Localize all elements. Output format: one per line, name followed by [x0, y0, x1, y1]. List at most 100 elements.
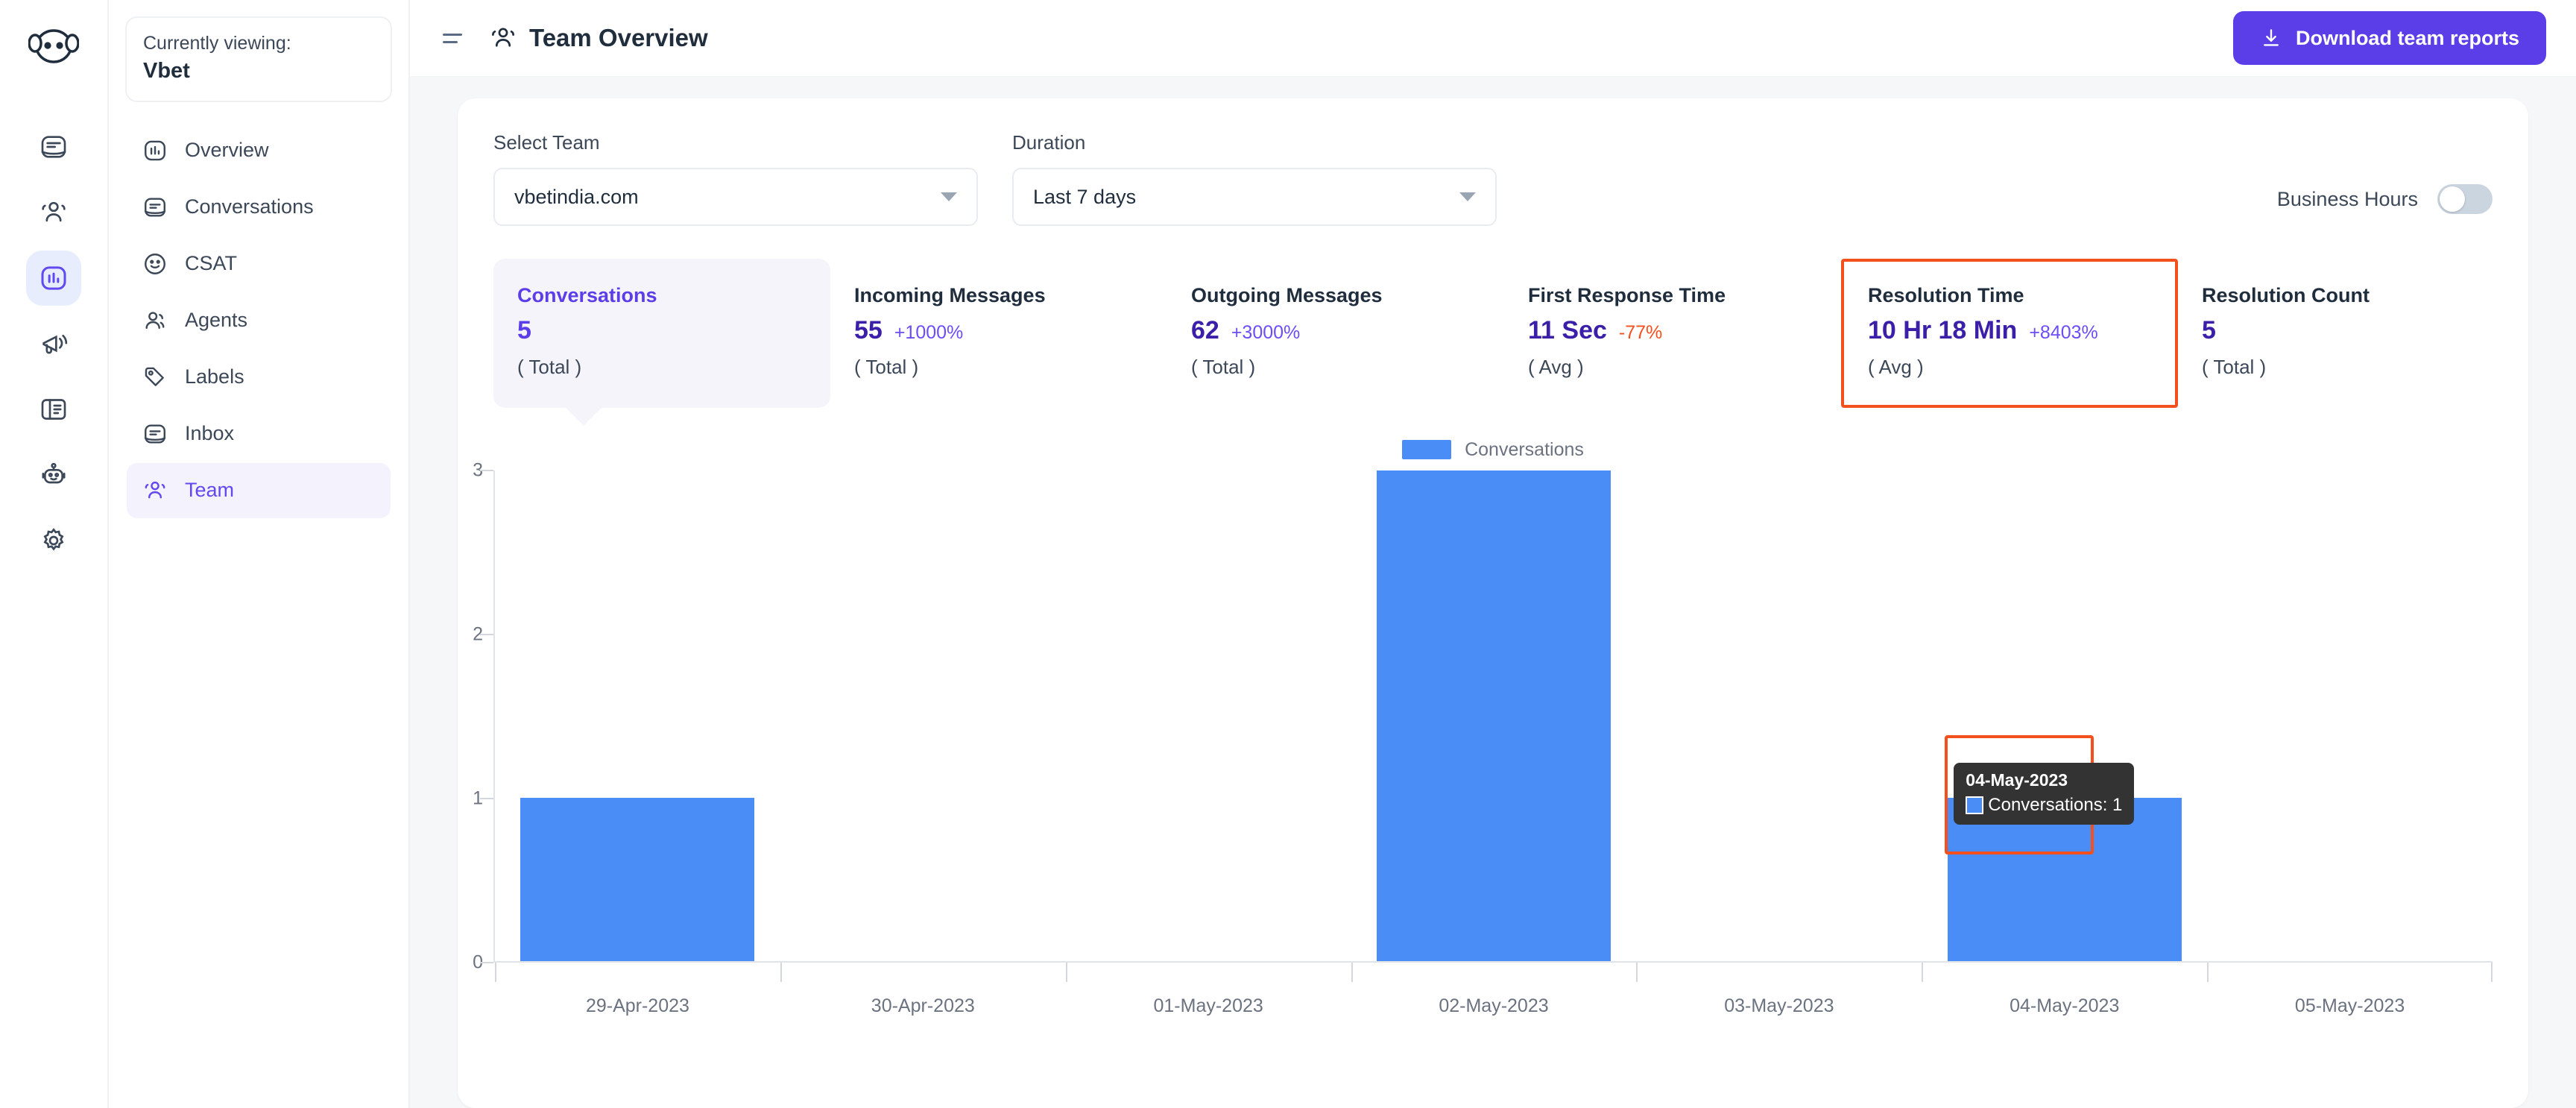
metric-value: 11 Sec	[1528, 316, 1607, 344]
x-axis-tick-label: 03-May-2023	[1636, 963, 1922, 1017]
metric-sub: ( Avg )	[1868, 356, 1924, 378]
business-hours-toggle[interactable]	[2437, 184, 2493, 214]
currently-viewing-label: Currently viewing:	[143, 33, 291, 54]
chart-bar-slot[interactable]	[780, 470, 1066, 961]
conversations-icon	[142, 194, 168, 221]
metric-value: 5	[2202, 316, 2216, 344]
metric-card-incoming-messages[interactable]: Incoming Messages 55 +1000% ( Total )	[830, 259, 1167, 408]
y-axis-tick-mark	[480, 798, 493, 799]
conversations-bar-chart: Conversations 0123 29-Apr-2023 30-Apr-202…	[473, 433, 2493, 1108]
reports-nav-list: Overview Conversations CSAT Agents Label…	[125, 123, 392, 518]
chart-bar-slot[interactable]	[495, 470, 780, 961]
agent-icon	[142, 307, 168, 334]
currently-viewing-card[interactable]: Currently viewing: Vbet	[125, 16, 392, 102]
x-axis-tick-label: 02-May-2023	[1351, 963, 1637, 1017]
duration-dropdown[interactable]: Last 7 days	[1012, 168, 1497, 226]
sidebar-item-csat[interactable]: CSAT	[127, 236, 391, 292]
metric-title: First Response Time	[1528, 284, 1726, 306]
chart-bar[interactable]	[1377, 470, 1611, 961]
page-title: Team Overview	[529, 24, 708, 51]
metric-delta: +3000%	[1231, 322, 1301, 343]
rail-item-conversations-icon[interactable]	[26, 119, 81, 174]
main-column: Team Overview Download team reports Sele…	[410, 0, 2576, 1108]
x-axis-tick-label: 01-May-2023	[1065, 963, 1351, 1017]
tooltip-swatch-icon	[1966, 796, 1984, 814]
chatwoot-logo-icon[interactable]	[25, 18, 82, 75]
metric-value-row: 11 Sec -77%	[1528, 316, 1817, 345]
metric-sub: ( Total )	[1191, 356, 1256, 378]
chevron-down-icon	[1459, 192, 1476, 201]
legend-label-conversations[interactable]: Conversations	[1465, 439, 1584, 461]
chart-bars	[495, 470, 2493, 961]
sidebar-item-label: Inbox	[185, 422, 235, 445]
team-icon	[142, 477, 168, 504]
sidebar-item-overview[interactable]: Overview	[127, 123, 391, 178]
metric-sub: ( Total )	[517, 356, 582, 378]
top-bar: Team Overview Download team reports	[410, 0, 2576, 76]
download-icon	[2260, 27, 2282, 49]
x-axis-tick-label: 05-May-2023	[2207, 963, 2493, 1017]
business-hours-label: Business Hours	[2276, 187, 2418, 210]
rail-item-bot-icon[interactable]	[26, 447, 81, 503]
metric-title: Outgoing Messages	[1191, 284, 1383, 306]
sidebar-item-label: Conversations	[185, 195, 314, 218]
business-hours-control: Business Hours	[2277, 184, 2493, 226]
currently-viewing-account-name: Vbet	[143, 58, 190, 83]
metric-card-outgoing-messages[interactable]: Outgoing Messages 62 +3000% ( Total )	[1167, 259, 1504, 408]
tooltip-date-label: 04-May-2023	[1966, 769, 2068, 790]
sidebar-item-labels[interactable]: Labels	[127, 350, 391, 405]
metric-card-first-response-time[interactable]: First Response Time 11 Sec -77% ( Avg )	[1504, 259, 1841, 408]
metric-title: Resolution Time	[1868, 284, 2024, 306]
filters-row: Select Team vbetindia.com Duration Last …	[493, 131, 2493, 226]
chart-bar[interactable]	[520, 797, 755, 961]
sidebar-item-label: CSAT	[185, 252, 238, 275]
duration-value: Last 7 days	[1033, 185, 1137, 208]
metric-card-resolution-count[interactable]: Resolution Count 5 ( Total )	[2178, 259, 2515, 408]
y-axis-tick-mark	[480, 962, 493, 963]
toggle-knob	[2440, 186, 2465, 212]
chart-bar-slot[interactable]	[1636, 470, 1922, 961]
metric-sub: ( Total )	[2202, 356, 2267, 378]
metric-value: 10 Hr 18 Min	[1868, 316, 2018, 344]
metric-card-resolution-time[interactable]: Resolution Time 10 Hr 18 Min +8403% ( Av…	[1841, 259, 2178, 408]
chart-bar-slot[interactable]	[1351, 470, 1637, 961]
rail-item-settings-icon[interactable]	[26, 513, 81, 568]
sidebar-item-agents[interactable]: Agents	[127, 293, 391, 348]
tooltip-series-row: Conversations: 1	[1966, 795, 2122, 816]
app-root: Currently viewing: Vbet Overview Convers…	[0, 0, 2576, 1108]
sidebar-item-team[interactable]: Team	[127, 462, 391, 518]
chart-bar-slot[interactable]	[2207, 470, 2493, 961]
rail-item-contacts-icon[interactable]	[26, 185, 81, 240]
metric-sub: ( Total )	[854, 356, 919, 378]
download-team-reports-button[interactable]: Download team reports	[2232, 11, 2546, 65]
rail-item-reports-icon[interactable]	[26, 251, 81, 306]
hamburger-icon[interactable]	[443, 25, 470, 51]
rail-item-campaigns-icon[interactable]	[26, 316, 81, 371]
metrics-row: Conversations 5 ( Total ) Incoming Messa…	[493, 259, 2493, 426]
sidebar-item-inbox[interactable]: Inbox	[127, 406, 391, 462]
chart-tooltip: 04-May-2023 Conversations: 1	[1954, 762, 2135, 825]
metric-card-conversations[interactable]: Conversations 5 ( Total )	[493, 259, 830, 426]
chart-plot-area: 0123 29-Apr-2023 30-Apr-2023 01-May-2023 02…	[473, 460, 2493, 1016]
sidebar-item-label: Labels	[185, 365, 244, 388]
y-axis-tick-mark	[480, 470, 493, 471]
chart-legend: Conversations	[493, 433, 2493, 466]
tooltip-series-label: Conversations: 1	[1988, 794, 2123, 815]
select-team-label: Select Team	[493, 131, 600, 154]
metric-delta: -77%	[1618, 322, 1663, 343]
smiley-icon	[142, 251, 168, 277]
metric-title: Resolution Count	[2202, 284, 2370, 306]
team-icon	[489, 24, 517, 52]
primary-icon-rail	[0, 0, 109, 1108]
rail-item-portal-icon[interactable]	[26, 382, 81, 437]
sidebar-item-conversations[interactable]: Conversations	[127, 180, 391, 235]
metric-value-row: 62 +3000%	[1191, 316, 1480, 345]
select-team-dropdown[interactable]: vbetindia.com	[493, 168, 978, 226]
legend-swatch-conversations[interactable]	[1402, 440, 1452, 459]
page-title-wrap: Team Overview	[489, 24, 708, 52]
label-tag-icon	[142, 364, 168, 391]
chart-bar-slot[interactable]	[1922, 470, 2207, 961]
y-axis-tick-mark	[480, 634, 493, 635]
chart-bar-slot[interactable]	[1066, 470, 1351, 961]
metric-sub: ( Avg )	[1528, 356, 1584, 378]
